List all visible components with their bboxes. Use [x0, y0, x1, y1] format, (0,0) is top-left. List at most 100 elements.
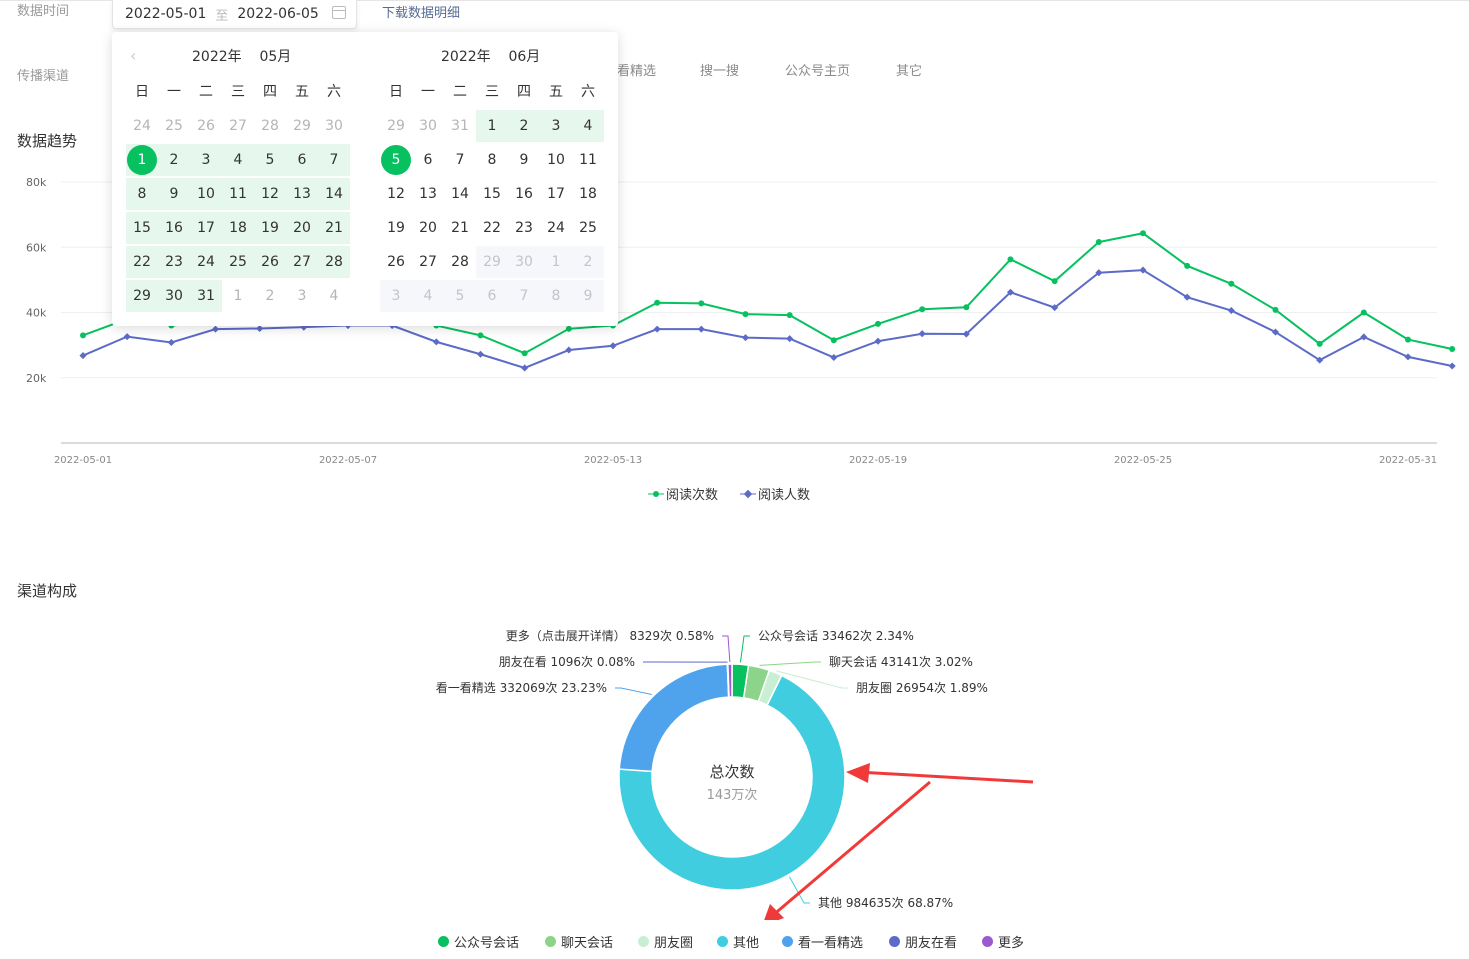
calendar-day[interactable]: 8: [540, 280, 572, 312]
calendar-day[interactable]: 14: [318, 178, 350, 210]
data-point[interactable]: [1316, 340, 1323, 347]
calendar-day[interactable]: 15: [476, 178, 508, 210]
calendar-day[interactable]: 11: [222, 178, 254, 210]
data-point[interactable]: [1360, 309, 1367, 316]
calendar-day[interactable]: 1: [476, 110, 508, 142]
calendar-day[interactable]: 27: [412, 246, 444, 278]
calendar-day[interactable]: 18: [222, 212, 254, 244]
data-point[interactable]: [654, 299, 661, 306]
calendar-day[interactable]: 29: [286, 110, 318, 142]
data-point[interactable]: [521, 350, 528, 357]
pie-legend-item[interactable]: 聊天会话: [545, 932, 613, 951]
calendar-day[interactable]: 19: [254, 212, 286, 244]
calendar-day[interactable]: 30: [318, 110, 350, 142]
data-point[interactable]: [698, 300, 705, 307]
calendar-icon[interactable]: [332, 6, 346, 19]
data-point[interactable]: [432, 338, 440, 346]
calendar-day[interactable]: 31: [190, 280, 222, 312]
date-range-picker[interactable]: 2022-05-01 至 2022-06-05: [112, 0, 357, 29]
calendar-day[interactable]: 9: [158, 178, 190, 210]
calendar-day[interactable]: 26: [190, 110, 222, 142]
calendar-day[interactable]: 18: [572, 178, 604, 210]
calendar-day[interactable]: 20: [286, 212, 318, 244]
calendar-day[interactable]: 8: [126, 178, 158, 210]
pie-legend-item[interactable]: 看一看精选: [782, 932, 863, 951]
data-point[interactable]: [565, 325, 572, 332]
data-point[interactable]: [830, 337, 837, 344]
data-point[interactable]: [1095, 239, 1102, 246]
pie-legend-item[interactable]: 朋友在看: [889, 932, 957, 951]
calendar-day[interactable]: 7: [508, 280, 540, 312]
calendar-day[interactable]: 31: [444, 110, 476, 142]
calendar-day[interactable]: 24: [540, 212, 572, 244]
data-point[interactable]: [167, 338, 175, 347]
chevron-left-icon[interactable]: ‹: [130, 46, 136, 65]
calendar-day[interactable]: 5: [254, 144, 286, 176]
calendar-day[interactable]: 3: [286, 280, 318, 312]
data-point[interactable]: [211, 325, 220, 333]
data-point[interactable]: [1404, 353, 1412, 361]
data-point[interactable]: [1228, 280, 1235, 287]
calendar-day[interactable]: 24: [126, 110, 158, 142]
calendar-day[interactable]: 21: [444, 212, 476, 244]
calendar-day[interactable]: 26: [380, 246, 412, 278]
calendar-day[interactable]: 1: [126, 144, 158, 176]
end-date[interactable]: 2022-06-05: [237, 6, 318, 22]
calendar-day[interactable]: 2: [508, 110, 540, 142]
calendar-day[interactable]: 8: [476, 144, 508, 176]
data-point[interactable]: [1051, 278, 1058, 285]
calendar-day[interactable]: 3: [380, 280, 412, 312]
calendar-day[interactable]: 10: [190, 178, 222, 210]
calendar-day[interactable]: 23: [508, 212, 540, 244]
calendar-day[interactable]: 12: [254, 178, 286, 210]
data-point[interactable]: [697, 325, 705, 333]
calendar-day[interactable]: 27: [286, 246, 318, 278]
calendar-day[interactable]: 25: [222, 246, 254, 278]
calendar-day[interactable]: 2: [158, 144, 190, 176]
calendar-day[interactable]: 4: [572, 110, 604, 142]
data-point[interactable]: [256, 324, 264, 333]
tab-channel-2[interactable]: 公众号主页: [785, 60, 850, 79]
calendar-day[interactable]: 4: [318, 280, 350, 312]
calendar-day[interactable]: 30: [158, 280, 190, 312]
tab-channel-0[interactable]: 看精选: [617, 60, 656, 79]
calendar-day[interactable]: 2: [572, 246, 604, 278]
donut-slice[interactable]: [618, 663, 730, 773]
calendar-day[interactable]: 16: [508, 178, 540, 210]
calendar-day[interactable]: 29: [380, 110, 412, 142]
calendar-day[interactable]: 12: [380, 178, 412, 210]
calendar-day[interactable]: 17: [190, 212, 222, 244]
data-point[interactable]: [830, 353, 838, 362]
data-point[interactable]: [742, 311, 749, 318]
data-point[interactable]: [875, 320, 881, 327]
calendar-day[interactable]: 25: [158, 110, 190, 142]
data-point[interactable]: [477, 332, 484, 339]
calendar-day[interactable]: 5: [444, 280, 476, 312]
data-point[interactable]: [1448, 362, 1456, 370]
data-point[interactable]: [786, 312, 793, 319]
data-point[interactable]: [741, 334, 750, 342]
calendar-day[interactable]: 2: [254, 280, 286, 312]
calendar-day[interactable]: 28: [444, 246, 476, 278]
calendar-day[interactable]: 29: [126, 280, 158, 312]
calendar-day[interactable]: 4: [412, 280, 444, 312]
pie-legend-item[interactable]: 更多: [982, 932, 1024, 951]
data-point[interactable]: [79, 352, 87, 360]
data-point[interactable]: [521, 364, 529, 372]
data-point[interactable]: [918, 330, 926, 338]
calendar-day[interactable]: 29: [476, 246, 508, 278]
data-point[interactable]: [1360, 333, 1368, 341]
calendar-day[interactable]: 6: [412, 144, 444, 176]
calendar-day[interactable]: 17: [540, 178, 572, 210]
calendar-day[interactable]: 13: [286, 178, 318, 210]
pie-legend-item[interactable]: 公众号会话: [438, 932, 519, 951]
calendar-day[interactable]: 26: [254, 246, 286, 278]
data-point[interactable]: [919, 306, 926, 313]
download-link[interactable]: 下载数据明细: [382, 2, 460, 21]
donut-slice[interactable]: [727, 663, 733, 698]
data-point[interactable]: [1227, 307, 1235, 315]
calendar-day[interactable]: 14: [444, 178, 476, 210]
calendar-day[interactable]: 28: [254, 110, 286, 142]
data-point[interactable]: [1184, 262, 1191, 269]
calendar-day[interactable]: 16: [158, 212, 190, 244]
